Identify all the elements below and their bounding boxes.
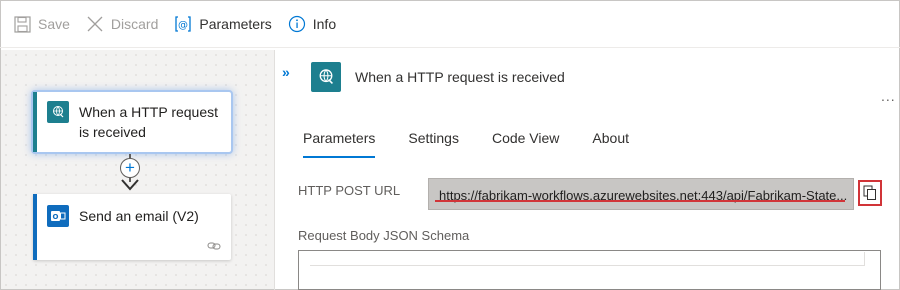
- panel-title: When a HTTP request is received: [355, 69, 565, 85]
- schema-editor[interactable]: [298, 250, 881, 290]
- trigger-label-line2: is received: [79, 124, 146, 140]
- globe-icon: [47, 101, 69, 123]
- trigger-label-line1: When a HTTP request: [79, 104, 219, 120]
- http-post-url-label: HTTP POST URL: [298, 183, 401, 198]
- collapse-panel-button[interactable]: »: [282, 64, 290, 80]
- parameters-button[interactable]: @ Parameters: [173, 8, 272, 40]
- card-accent: [33, 194, 37, 260]
- more-options-button[interactable]: ...: [881, 88, 896, 104]
- panel-divider: [274, 50, 275, 290]
- save-button[interactable]: Save: [12, 8, 70, 40]
- svg-text:@: @: [178, 20, 188, 31]
- tab-parameters[interactable]: Parameters: [303, 128, 376, 160]
- parameters-icon: @: [173, 14, 193, 34]
- info-label: Info: [312, 16, 337, 32]
- card-accent: [33, 92, 37, 152]
- action-card-label: Send an email (V2): [79, 208, 199, 224]
- plus-icon[interactable]: +: [120, 158, 140, 178]
- copy-icon: [863, 185, 876, 200]
- discard-button[interactable]: Discard: [85, 8, 158, 40]
- arrow-down-icon: [121, 179, 139, 191]
- discard-label: Discard: [110, 16, 159, 32]
- svg-text:O: O: [53, 213, 59, 221]
- info-icon: [287, 14, 307, 34]
- info-button[interactable]: Info: [287, 8, 336, 40]
- save-icon: [12, 14, 32, 34]
- copy-url-button[interactable]: [858, 180, 882, 206]
- link-icon: [207, 242, 221, 250]
- trigger-card-label: When a HTTP request is received: [79, 102, 218, 142]
- workflow-canvas[interactable]: When a HTTP request is received + O Send…: [1, 50, 274, 289]
- panel-tabs: Parameters Settings Code View About: [303, 128, 662, 160]
- http-post-url-field[interactable]: https://fabrikam-workflows.azurewebsites…: [428, 178, 854, 210]
- tab-code-view[interactable]: Code View: [492, 128, 559, 160]
- tab-settings[interactable]: Settings: [408, 128, 459, 160]
- trigger-card[interactable]: When a HTTP request is received: [31, 90, 233, 154]
- toolbar-divider: [0, 47, 900, 48]
- outlook-icon: O: [47, 205, 69, 227]
- toolbar: Save Discard @ Parameters Info: [0, 0, 900, 48]
- schema-label: Request Body JSON Schema: [298, 228, 470, 243]
- action-card[interactable]: O Send an email (V2): [33, 194, 231, 260]
- tab-about[interactable]: About: [592, 128, 629, 160]
- schema-editor-line: [310, 252, 865, 266]
- globe-icon: [311, 62, 341, 92]
- url-highlight-underline: [435, 200, 845, 202]
- save-label: Save: [38, 16, 70, 32]
- close-icon: [85, 14, 105, 34]
- parameters-label: Parameters: [199, 16, 272, 32]
